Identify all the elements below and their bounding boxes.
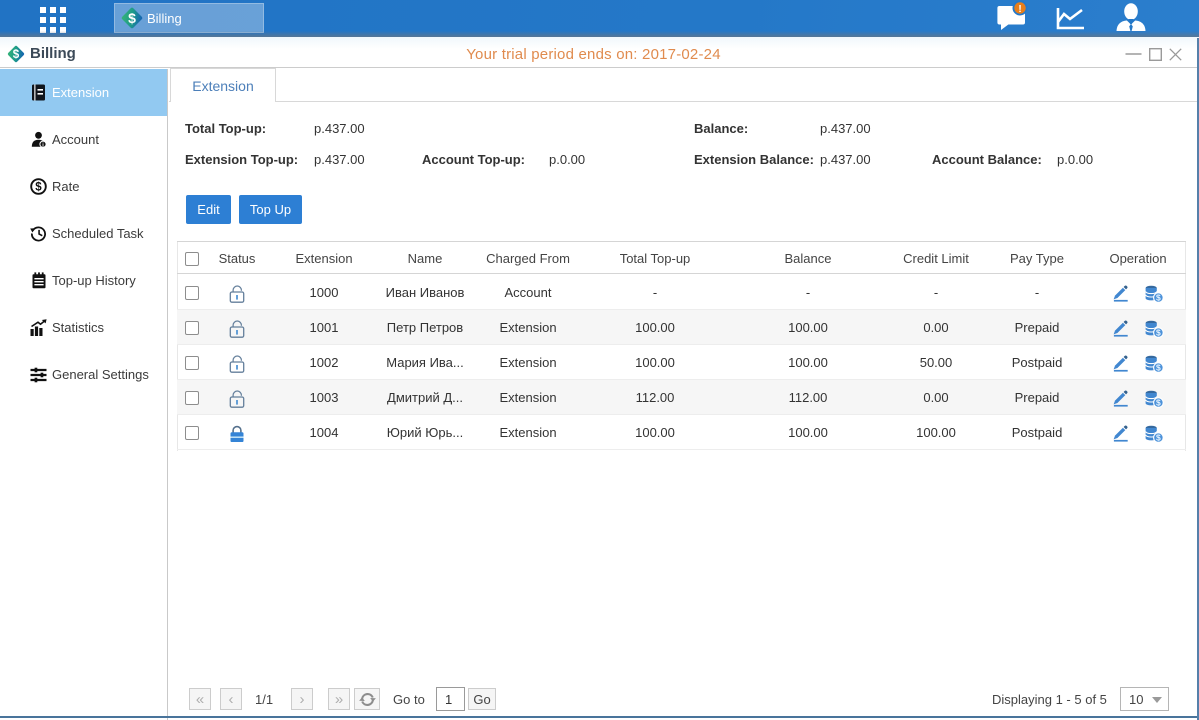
svg-text:$: $ [128,10,136,26]
svg-text:$: $ [1156,328,1161,338]
svg-text:$: $ [1156,433,1161,443]
svg-text:$: $ [1156,398,1161,408]
svg-text:$: $ [1156,293,1161,303]
svg-text:$: $ [1156,363,1161,373]
svg-text:!: ! [1018,4,1021,15]
svg-text:$: $ [35,182,42,194]
